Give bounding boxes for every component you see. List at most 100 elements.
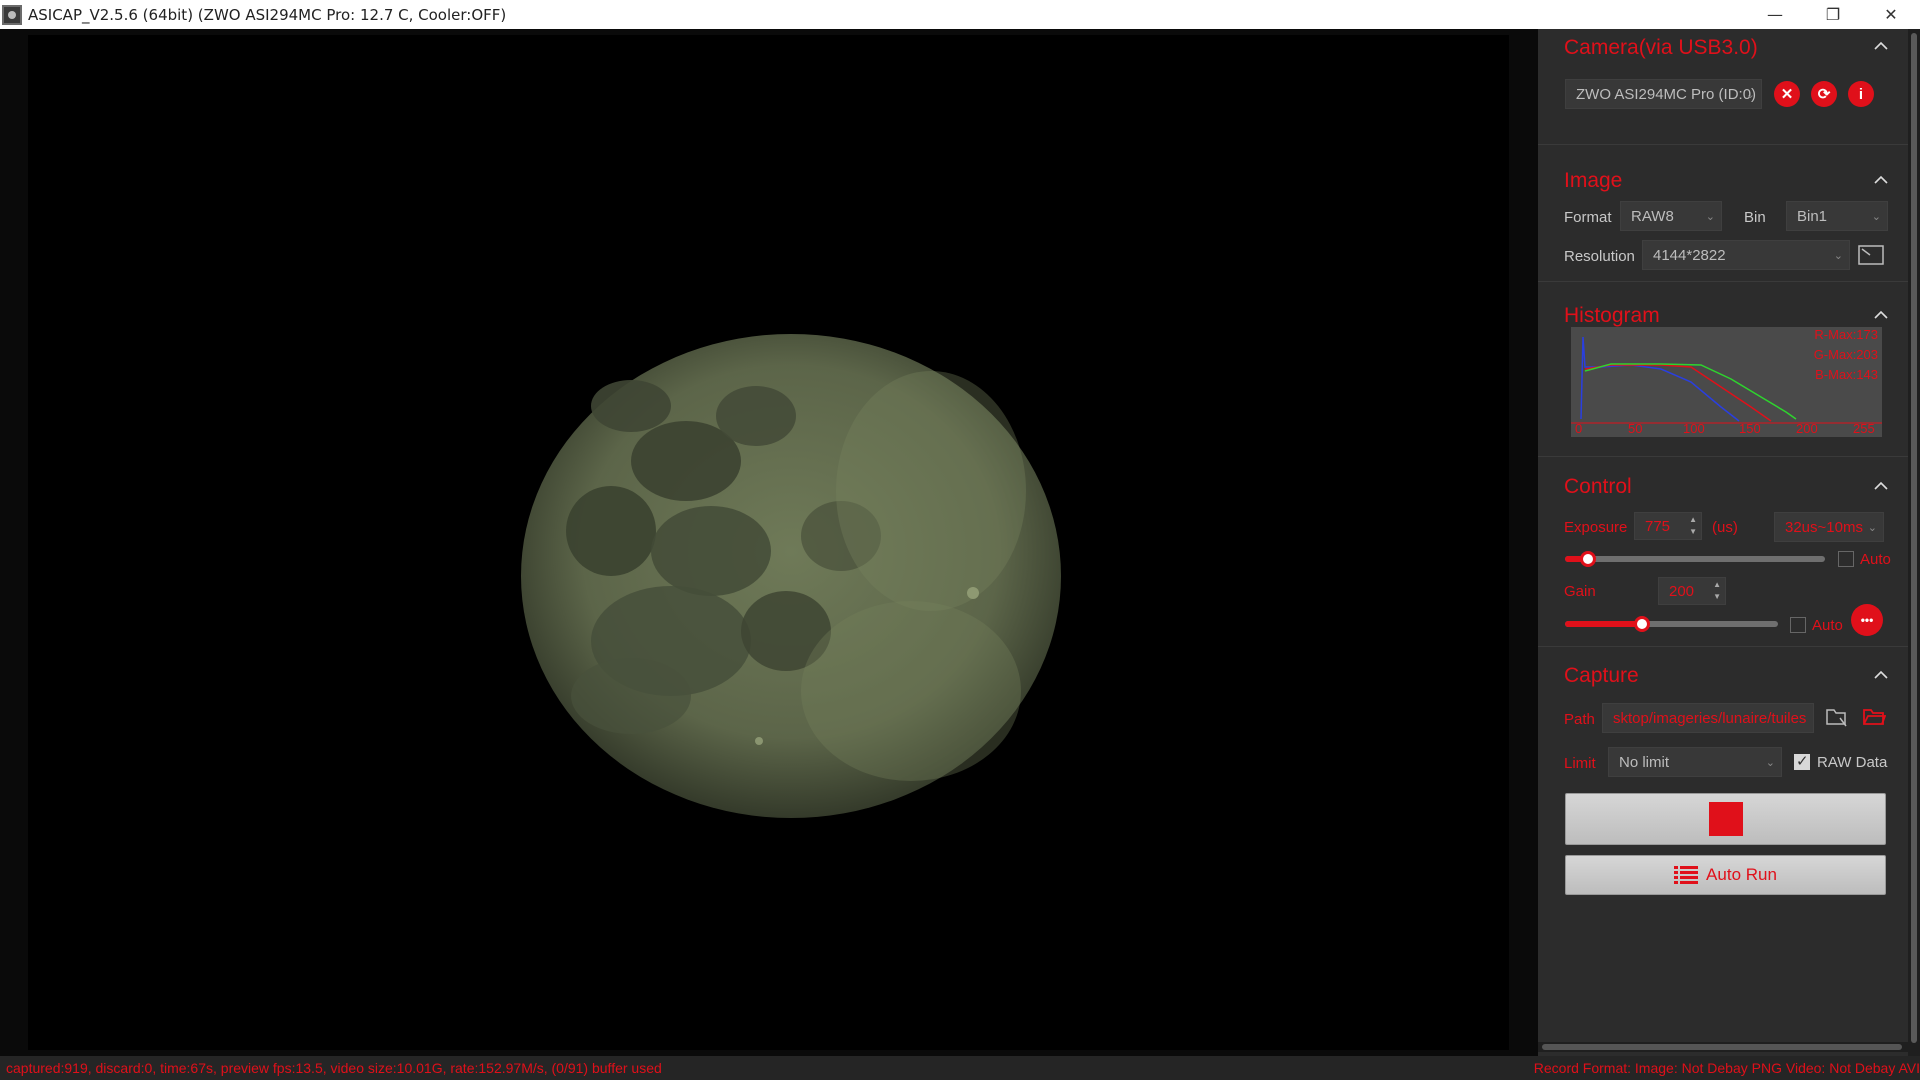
bin-select-value: Bin1 [1797,208,1828,225]
resolution-select-value: 4144*2822 [1653,247,1726,264]
window-title: ASICAP_V2.5.6 (64bit) (ZWO ASI294MC Pro:… [28,5,507,24]
histogram-tick: 50 [1628,421,1643,436]
chevron-up-icon[interactable] [1874,668,1888,682]
control-section-title: Control [1564,475,1632,498]
histogram-section: Histogram R-Max:173 G-Max:203 B-Max:143 … [1538,282,1908,457]
roi-icon[interactable] [1858,245,1884,265]
chevron-down-icon: ⌄ [1745,89,1755,101]
scrollbar-thumb[interactable] [1911,33,1917,1043]
status-bar: captured:919, discard:0, time:67s, previ… [0,1056,1920,1080]
resolution-label: Resolution [1564,248,1635,265]
limit-select-value: No limit [1619,754,1670,771]
panel-horizontal-scrollbar[interactable] [1538,1042,1908,1052]
gain-label: Gain [1564,583,1596,600]
exposure-value: 775 [1645,518,1671,535]
title-bar: ASICAP_V2.5.6 (64bit) (ZWO ASI294MC Pro:… [0,0,1920,29]
path-label: Path [1564,711,1595,728]
chevron-up-icon[interactable] [1874,173,1888,187]
histogram-tick: 150 [1739,421,1761,436]
exposure-unit: (us) [1712,519,1738,536]
chevron-down-icon: ⌄ [1765,757,1775,769]
auto-run-button[interactable]: Auto Run [1565,855,1886,895]
control-panel: Camera(via USB3.0) ZWO ASI294MC Pro (ID:… [1538,29,1908,1056]
histogram-tick: 255 [1853,421,1875,436]
chevron-down-icon: ⌄ [1833,250,1843,262]
stop-capture-button[interactable] [1565,793,1886,845]
scrollbar-thumb[interactable] [1542,1044,1902,1050]
histogram-r-max: R-Max:173 [1814,327,1878,342]
gain-auto-label: Auto [1812,617,1843,634]
restore-button[interactable]: ❐ [1804,0,1862,29]
stop-icon [1708,802,1743,836]
panel-vertical-scrollbar[interactable] [1908,29,1920,1056]
path-field[interactable]: sktop/imageries/lunaire/tuiles [1602,703,1814,733]
histogram-b-max: B-Max:143 [1815,367,1878,382]
histogram-tick: 100 [1683,421,1705,436]
limit-select[interactable]: No limit ⌄ [1608,747,1782,777]
raw-data-checkbox[interactable] [1794,752,1810,770]
gain-auto-checkbox[interactable] [1790,617,1806,633]
chevron-down-icon: ⌄ [1867,522,1877,534]
exposure-spinbox[interactable]: 775 ▲ ▼ [1634,512,1702,540]
list-icon [1674,866,1699,884]
preview-canvas[interactable] [28,35,1509,1050]
camera-section-title: Camera(via USB3.0) [1564,36,1758,59]
gain-slider[interactable] [1565,616,1778,632]
gain-spinbox[interactable]: 200 ▲ ▼ [1658,577,1726,605]
moon-image [521,334,1061,818]
limit-label: Limit [1564,755,1596,772]
image-section: Image Format RAW8 ⌄ Bin Bin1 ⌄ Resolutio… [1538,145,1908,282]
resolution-select[interactable]: 4144*2822 ⌄ [1642,240,1850,270]
histogram-g-max: G-Max:203 [1813,347,1878,362]
info-button[interactable]: i [1848,81,1874,107]
more-settings-button[interactable]: ••• [1851,604,1883,636]
exposure-auto-label: Auto [1860,551,1891,568]
histogram-tick: 200 [1796,421,1818,436]
chevron-up-icon[interactable] [1874,39,1888,53]
capture-section-title: Capture [1564,664,1639,687]
chevron-up-icon[interactable] [1874,308,1888,322]
format-label: Format [1564,209,1612,226]
exposure-auto-checkbox[interactable] [1838,551,1854,567]
gain-slider-handle[interactable] [1633,616,1650,632]
exposure-slider-handle[interactable] [1580,551,1597,567]
histogram-section-title: Histogram [1564,304,1660,327]
chevron-down-icon: ⌄ [1871,211,1881,223]
control-section: Control Exposure 775 ▲ ▼ (us) 32us~10ms ⌄… [1538,457,1908,647]
window-controls: — ❐ ✕ [1746,0,1920,29]
disconnect-button[interactable]: ✕ [1774,81,1800,107]
spin-arrows-icon[interactable]: ▲ ▼ [1689,514,1697,538]
gain-value: 200 [1669,583,1695,600]
refresh-button[interactable]: ⟳ [1811,81,1837,107]
bin-select[interactable]: Bin1 ⌄ [1786,201,1888,231]
capture-section: Capture Path sktop/imageries/lunaire/tui… [1538,647,1908,1056]
bin-label: Bin [1744,209,1766,226]
open-folder-icon[interactable] [1862,707,1886,727]
image-section-title: Image [1564,169,1623,192]
exposure-range-value: 32us~10ms [1785,519,1863,536]
preview-area [0,29,1538,1056]
path-value: sktop/imageries/lunaire/tuiles [1613,710,1807,727]
gain-slider-fill [1565,621,1642,627]
select-folder-icon[interactable] [1825,707,1849,727]
chevron-down-icon: ⌄ [1705,211,1715,223]
record-format-status: Record Format: Image: Not Debay PNG Vide… [1533,1060,1920,1076]
exposure-range-select[interactable]: 32us~10ms ⌄ [1774,512,1884,542]
exposure-slider[interactable] [1565,551,1825,567]
histogram-tick: 0 [1575,421,1583,436]
minimize-button[interactable]: — [1746,0,1804,29]
format-select[interactable]: RAW8 ⌄ [1620,201,1722,231]
spin-arrows-icon[interactable]: ▲ ▼ [1713,579,1721,603]
exposure-label: Exposure [1564,519,1628,536]
close-button[interactable]: ✕ [1862,0,1920,29]
format-select-value: RAW8 [1631,208,1674,225]
camera-section: Camera(via USB3.0) ZWO ASI294MC Pro (ID:… [1538,29,1908,145]
camera-select[interactable]: ZWO ASI294MC Pro (ID:0) ⌄ [1565,79,1762,109]
histogram-curves [1571,336,1882,424]
camera-select-value: ZWO ASI294MC Pro (ID:0) [1576,86,1757,103]
histogram-plot: R-Max:173 G-Max:203 B-Max:143 0 50 100 1… [1571,327,1882,437]
chevron-up-icon[interactable] [1874,479,1888,493]
app-icon [2,4,22,25]
auto-run-label: Auto Run [1706,865,1777,884]
capture-status: captured:919, discard:0, time:67s, previ… [6,1060,662,1076]
